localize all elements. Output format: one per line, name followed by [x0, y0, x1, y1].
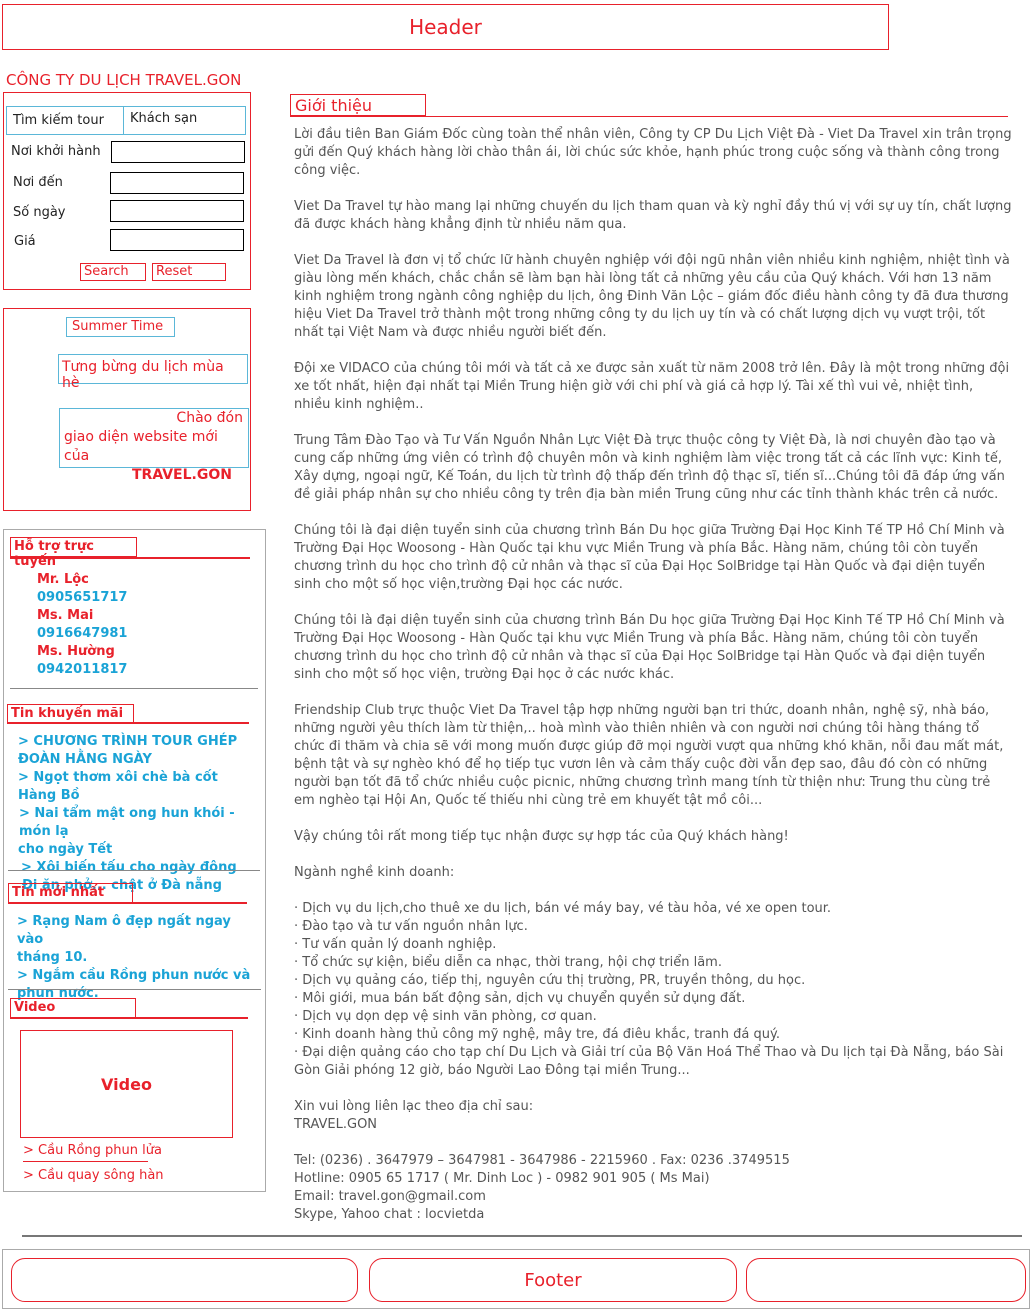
intro-paragraph: Friendship Club trực thuộc Viet Da Trave… — [294, 703, 1004, 808]
latest-news-title: Tin mới nhất — [8, 883, 133, 903]
summer-time-badge: Summer Time — [66, 317, 175, 337]
intro-paragraph: Lời đầu tiên Ban Giám Đốc cùng toàn thể … — [294, 127, 1012, 178]
intro-paragraph: Trung Tâm Đào Tạo và Tư Vấn Nguồn Nhân L… — [294, 433, 1005, 502]
contact-phone[interactable]: 0905651717 — [37, 589, 127, 607]
divider — [10, 688, 258, 689]
contact-phone-line: Tel: (0236) . 3647979 – 3647981 - 364798… — [294, 1153, 790, 1168]
company-title: CÔNG TY DU LỊCH TRAVEL.GON — [6, 71, 242, 89]
summer-promo-banner[interactable]: Tưng bừng du lịch mùa hè — [58, 354, 248, 391]
footer-box-right — [746, 1258, 1026, 1302]
business-heading: Ngành nghề kinh doanh: — [294, 865, 455, 880]
news-link[interactable]: > Rạng Nam ô đẹp ngất ngay vào — [17, 913, 257, 949]
reset-button[interactable]: Reset — [152, 263, 226, 281]
footer-box-left — [11, 1258, 358, 1302]
service-item: · Đào tạo và tư vấn nguồn nhân lực. — [294, 919, 528, 934]
divider — [8, 870, 260, 871]
video-links: > Cầu Rồng phun lửa > Cầu quay sông hàn — [23, 1142, 164, 1185]
departure-label: Nơi khởi hành — [11, 144, 101, 159]
service-item: · Dịch vụ du lịch,cho thuê xe du lịch, b… — [294, 901, 832, 916]
summer-promo-text: Tưng bừng du lịch mùa hè — [62, 359, 224, 391]
contact-name: Mr. Lộc — [37, 572, 89, 587]
video-title-underline — [10, 1017, 248, 1019]
destination-input[interactable] — [110, 172, 244, 194]
price-label: Giá — [14, 234, 36, 249]
promotions-title: Tin khuyến mãi — [7, 704, 134, 724]
new-website-line-3: TRAVEL.GON — [132, 467, 232, 483]
contact-company: TRAVEL.GON — [294, 1117, 378, 1132]
new-website-line-2: giao diện website mới của — [64, 429, 218, 464]
contact-name: Ms. Mai — [37, 608, 94, 623]
summer-promo-panel: Summer Time Tưng bừng du lịch mùa hè Chà… — [3, 308, 251, 511]
video-link[interactable]: > Cầu Rồng phun lửa — [23, 1142, 164, 1160]
service-item: · Dịch vụ dọn dẹp vệ sinh văn phòng, cơ … — [294, 1009, 597, 1024]
days-label: Số ngày — [13, 205, 66, 220]
destination-label: Nơi đến — [13, 175, 63, 190]
service-item: · Kinh doanh hàng thủ công mỹ nghệ, mây … — [294, 1027, 780, 1042]
intro-paragraph: Chúng tôi là đại diện tuyển sinh của chư… — [294, 523, 1005, 592]
intro-paragraph: Viet Da Travel là đơn vị tổ chức lữ hành… — [294, 253, 1010, 340]
days-input[interactable] — [110, 200, 244, 222]
services-list: · Dịch vụ du lịch,cho thuê xe du lịch, b… — [294, 900, 1012, 1080]
page-footer: Footer — [2, 1249, 1030, 1309]
contact-intro: Xin vui lòng liên lạc theo địa chỉ sau: — [294, 1099, 534, 1114]
promo-link[interactable]: > Nai tẩm mật ong hun khói - món lạ — [19, 805, 258, 841]
intro-paragraph: Đội xe VIDACO của chúng tôi mới và tất c… — [294, 361, 1010, 412]
service-item: · Môi giới, mua bán bất động sản, dịch v… — [294, 991, 746, 1006]
video-placeholder: Video — [101, 1074, 152, 1094]
support-contacts: Mr. Lộc 0905651717 Ms. Mai 0916647981 Ms… — [37, 571, 127, 679]
service-item: · Tổ chức sự kiện, biểu diễn ca nhạc, th… — [294, 955, 722, 970]
service-item: · Tư vấn quản lý doanh nghiệp. — [294, 937, 497, 952]
intro-title: Giới thiệu — [290, 94, 426, 116]
contact-phone[interactable]: 0942011817 — [37, 661, 127, 679]
promo-link[interactable]: > Ngọt thơm xôi chè bà cốt Hàng Bồ — [18, 769, 258, 805]
video-title: Video — [10, 998, 136, 1018]
promo-link[interactable]: > CHƯƠNG TRÌNH TOUR GHÉP — [18, 733, 258, 751]
page-header: Header — [2, 4, 889, 50]
departure-input[interactable] — [111, 141, 245, 163]
new-website-line-1: Chào đón — [176, 410, 243, 426]
news-link[interactable]: > Ngắm cầu Rồng phun nước và — [17, 967, 257, 985]
video-link[interactable]: > Cầu quay sông hàn — [23, 1167, 164, 1185]
search-button[interactable]: Search — [80, 263, 146, 281]
left-sidebar: Hỗ trợ trực tuyến Mr. Lộc 0905651717 Ms.… — [3, 529, 266, 1192]
header-label: Header — [409, 15, 482, 39]
video-player[interactable]: Video — [20, 1030, 233, 1138]
intro-paragraph: Chúng tôi là đại diện tuyển sinh của chư… — [294, 613, 1005, 682]
support-title: Hỗ trợ trực tuyến — [10, 537, 137, 569]
footer-divider — [22, 1235, 1022, 1237]
intro-content: Lời đầu tiên Ban Giám Đốc cùng toàn thể … — [294, 126, 1012, 1224]
intro-paragraph: Viet Da Travel tự hào mang lại những chu… — [294, 199, 1012, 232]
search-panel: Tìm kiếm tour Khách sạn Nơi khởi hành Nơ… — [3, 92, 251, 290]
news-link[interactable]: tháng 10. — [17, 949, 257, 967]
support-title-underline — [10, 557, 250, 559]
latest-news-title-underline — [8, 902, 247, 904]
price-input[interactable] — [110, 229, 244, 251]
intro-title-underline — [290, 116, 1008, 117]
divider — [8, 989, 261, 990]
promo-link[interactable]: > Xôi biến tấu cho ngày đông — [21, 859, 258, 877]
footer-box-center: Footer — [369, 1258, 737, 1302]
promo-link[interactable]: cho ngày Tết — [18, 841, 258, 859]
tab-hotel[interactable]: Khách sạn — [123, 106, 246, 135]
intro-paragraph: Vậy chúng tôi rất mong tiếp tục nhận đượ… — [294, 829, 789, 844]
video-link-underline — [23, 1161, 148, 1162]
tab-tour-search[interactable]: Tìm kiếm tour — [6, 106, 124, 135]
contact-phone[interactable]: 0916647981 — [37, 625, 127, 643]
contact-email[interactable]: Email: travel.gon@gmail.com — [294, 1188, 1012, 1206]
promotions-title-underline — [7, 722, 249, 724]
service-item: · Dịch vụ quảng cáo, tiếp thị, nguyên cứ… — [294, 973, 806, 988]
contact-name: Ms. Hường — [37, 644, 115, 659]
footer-label: Footer — [524, 1269, 582, 1291]
contact-hotline: Hotline: 0905 65 1717 ( Mr. Dinh Loc ) -… — [294, 1171, 710, 1186]
new-website-banner[interactable]: Chào đón giao diện website mới của TRAVE… — [59, 408, 249, 483]
promo-link[interactable]: ĐOÀN HẰNG NGÀY — [18, 751, 258, 769]
contact-skype: Skype, Yahoo chat : locvietda — [294, 1207, 485, 1222]
service-item: · Đại diện quảng cáo cho tạp chí Du Lịch… — [294, 1045, 1004, 1078]
